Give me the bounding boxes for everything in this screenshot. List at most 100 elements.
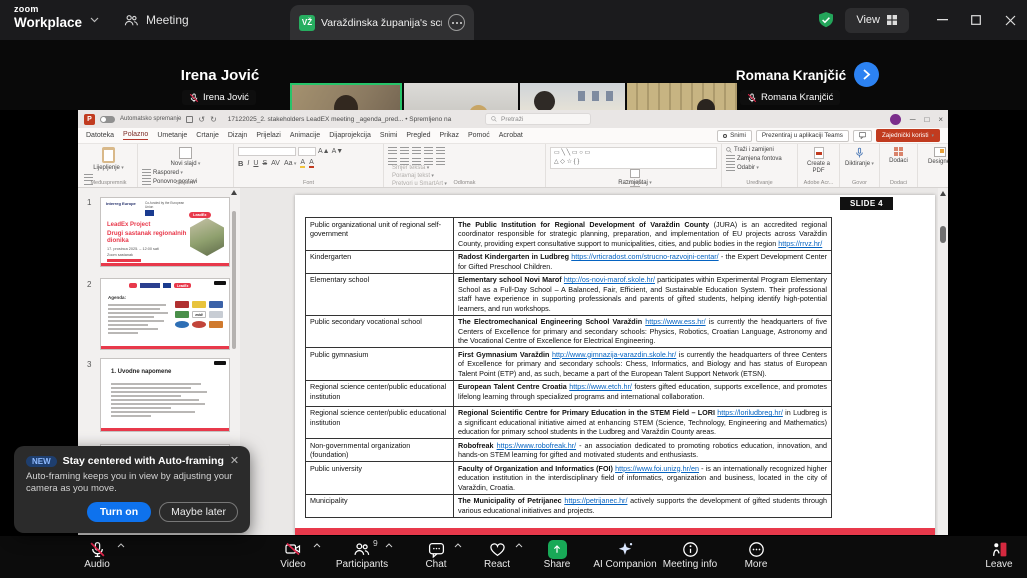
slide-thumbnail-2: LeadEx Agenda: midi [100, 278, 230, 350]
select-button: Odabir [737, 165, 759, 171]
video-options-chevron-icon[interactable] [313, 543, 321, 548]
view-button[interactable]: View [845, 7, 909, 33]
thumb1-title: LeadEx Project [107, 222, 151, 228]
search-placeholder: Pretraži [501, 115, 524, 123]
participants-button[interactable]: 9 Participants [327, 538, 397, 570]
menu-animacije: Animacije [289, 132, 321, 139]
thumb2-heading: Agenda: [108, 295, 126, 300]
menu-prikaz: Prikaz [439, 132, 459, 139]
designer-button: Designer [922, 147, 948, 165]
minimize-button[interactable] [925, 0, 959, 40]
scroll-up-arrow-icon [231, 190, 237, 195]
participants-icon [354, 542, 370, 555]
find-icon [726, 147, 732, 153]
video-off-icon [285, 542, 301, 556]
ribbon-group-speech: Diktiranje Govor [840, 144, 880, 187]
muted-mic-icon [747, 93, 757, 102]
align-right-icon [412, 158, 421, 165]
shrink-font-icon: A▼ [331, 148, 344, 155]
security-shield-icon[interactable] [817, 11, 835, 29]
char-spacing-icon: AV [271, 160, 280, 167]
video-button[interactable]: Video [258, 540, 328, 570]
audio-options-chevron-icon[interactable] [117, 543, 125, 548]
zoom-top-bar: zoom Workplace Meeting VŽ Varaždinska žu… [0, 0, 1027, 40]
menu-dijaprojekcija: Dijaprojekcija [329, 132, 371, 139]
tab-shared-screen[interactable]: VŽ Varaždinska županija's screen [290, 5, 474, 40]
view-label: View [856, 14, 880, 26]
leave-button[interactable]: Leave [964, 540, 1027, 570]
people-icon [124, 13, 139, 28]
ai-companion-button[interactable]: AI Companion [590, 540, 660, 570]
indent-increase-icon [424, 147, 433, 154]
table-link: http://os-novi-marof.skole.hr/ [563, 275, 655, 284]
leave-door-icon [992, 542, 1006, 556]
align-left-icon [388, 158, 397, 165]
ppt-ribbon: Lijepljenje Međuspremnik Novi slajd Rasp… [78, 144, 948, 533]
thumb-number-3: 3 [87, 360, 92, 369]
undo-icon: ↺ [198, 114, 206, 124]
bullets-icon [388, 147, 397, 154]
slide-canvas: SLIDE 4 Public organizational unit of re… [295, 195, 935, 535]
participants-chevron-icon[interactable] [385, 543, 393, 548]
share-button[interactable]: Share [522, 539, 592, 570]
meeting-info-button[interactable]: Meeting info [655, 540, 725, 570]
audio-button[interactable]: Audio [62, 540, 132, 570]
chat-button[interactable]: Chat [401, 540, 471, 570]
document-title: 17122025_2. stakeholders LeadEX meeting … [227, 115, 453, 123]
ppt-minimize-icon: ─ [909, 114, 916, 124]
chat-chevron-icon[interactable] [454, 543, 462, 548]
select-icon [726, 164, 735, 171]
table-row: Regional science center/public education… [305, 379, 832, 407]
change-case-icon: Aa [284, 160, 296, 167]
notification-close-icon[interactable]: ✕ [230, 455, 239, 467]
bold-icon: B [238, 159, 244, 168]
layout-button: Raspored [153, 170, 183, 176]
table-link: https://loriludbreg.hr/ [717, 408, 783, 417]
partner-logos: midi [175, 301, 223, 328]
font-color-icon: A [309, 159, 314, 168]
designer-icon [934, 147, 946, 157]
menu-pregled: Pregled [406, 132, 431, 139]
main-scrollbar[interactable] [938, 188, 948, 535]
table-link: https://rrvz.hr/ [778, 238, 823, 248]
highlight-icon: A [300, 159, 306, 168]
slide-thumbnail-1: Interreg Europe Co-funded by the Europea… [100, 197, 230, 267]
turn-on-button[interactable]: Turn on [86, 501, 152, 522]
ribbon-group-adobe: Create a PDF Adobe Acr... [798, 144, 840, 187]
account-avatar [889, 113, 901, 125]
record-button: Snimi [717, 129, 752, 142]
participant-label-romana: Romana Kranjčić [740, 90, 841, 105]
menu-datoteka: Datoteka [86, 132, 115, 139]
text-direction-button: Smjer teksta [392, 165, 541, 171]
maybe-later-button[interactable]: Maybe later [159, 501, 238, 522]
meeting-control-bar: Audio Video 9 Participants Chat React Sh… [0, 536, 1027, 578]
ribbon-group-designer: Designer [918, 144, 948, 187]
tab-options-ellipsis-icon[interactable] [448, 14, 465, 31]
table-link: https://petrijanec.hr/ [564, 496, 628, 505]
menu-dizajn: Dizajn [227, 132, 248, 139]
next-participants-button[interactable] [854, 62, 879, 87]
thumb-number-1: 1 [87, 198, 92, 207]
workspace-chevron-down-icon[interactable] [90, 17, 99, 23]
table-row: Public university Faculty of Organizatio… [305, 461, 832, 495]
ribbon-group-clipboard: Lijepljenje Međuspremnik [80, 144, 138, 187]
more-ellipsis-icon [748, 541, 764, 557]
maximize-button[interactable] [959, 0, 993, 40]
tab-meeting[interactable]: Meeting [116, 0, 197, 40]
shapes-gallery: ▭ ╲ ╲ ▭ ○ ▭ △ ◇ ☆ { } [550, 147, 717, 169]
italic-icon: I [247, 160, 250, 167]
ppt-search-box: Pretraži [485, 113, 591, 125]
more-button[interactable]: More [721, 540, 791, 570]
numbering-icon [400, 147, 409, 154]
table-row: Public organizational unit of regional s… [305, 217, 832, 251]
close-button[interactable] [993, 0, 1027, 40]
slide-thumbnail-3: 1. Uvodne napomene [100, 358, 230, 432]
info-icon [682, 541, 698, 557]
muted-mic-icon [89, 541, 105, 557]
thumb3-heading: 1. Uvodne napomene [111, 369, 172, 375]
layout-icon [142, 169, 151, 176]
participant-video-strip: Irena Jović Irena Jović Varaždinska župa… [0, 40, 1027, 147]
columns-icon [436, 158, 445, 165]
muted-mic-icon [189, 93, 199, 102]
thumb1-subtitle: Drugi sastanak regionalnih dionika [107, 230, 187, 245]
